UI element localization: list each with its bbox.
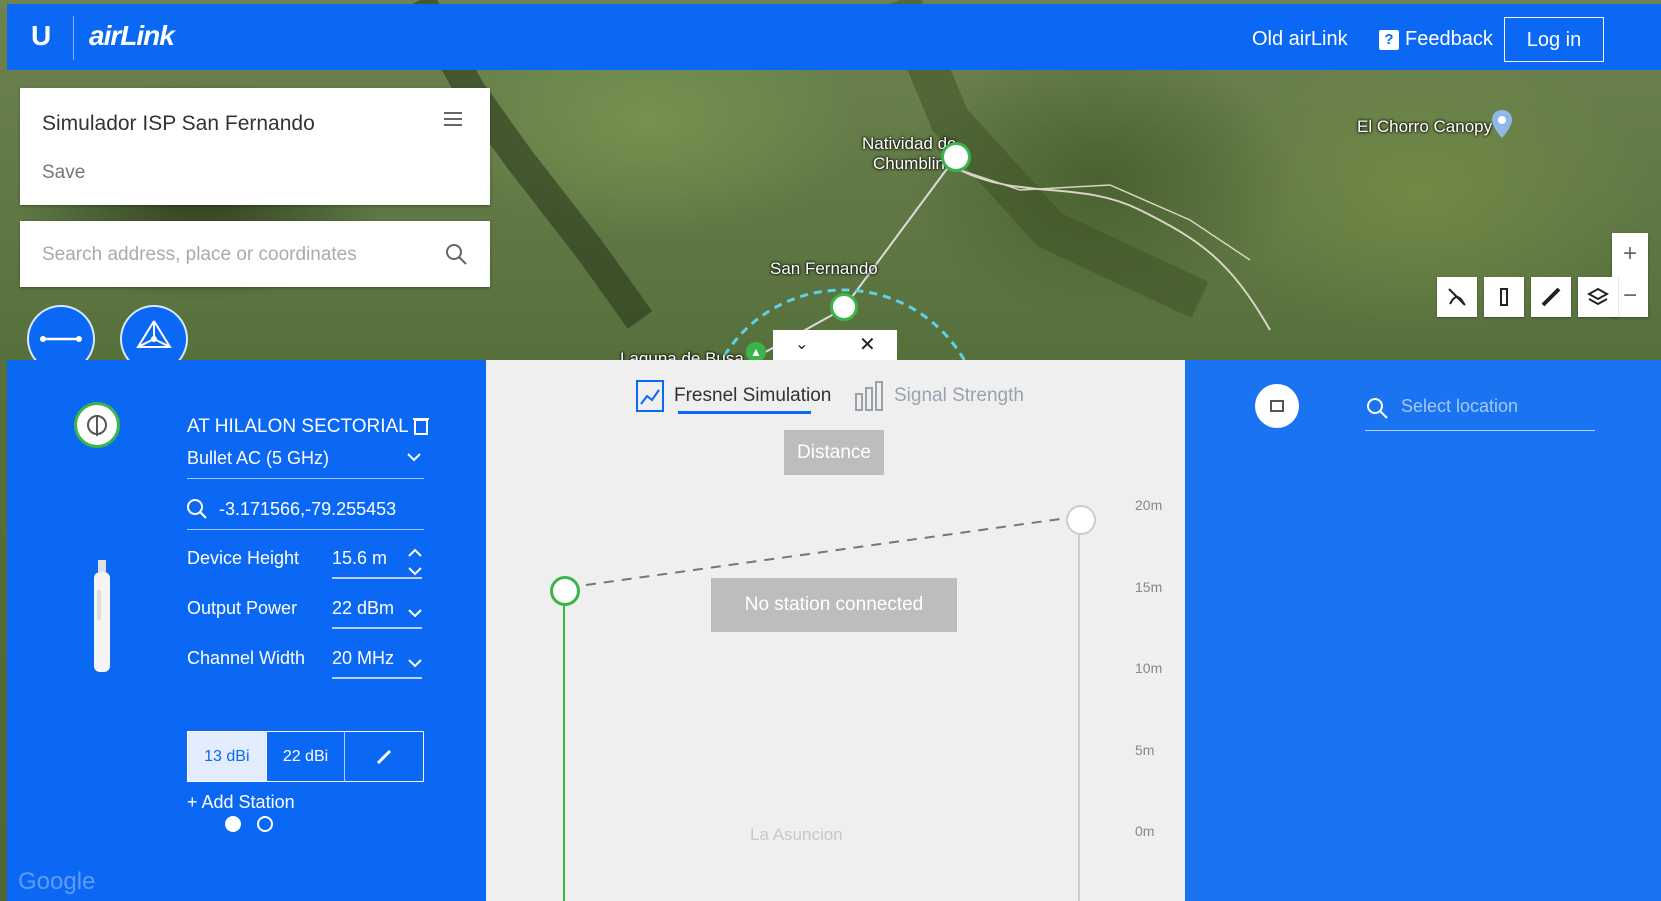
signal-off-icon [1448, 288, 1466, 306]
pager-dot-2[interactable] [257, 816, 273, 832]
search-box[interactable]: Search address, place or coordinates [20, 221, 490, 287]
pencil-icon [377, 749, 392, 764]
no-station-message: No station connected [711, 578, 957, 632]
layers-tool-button[interactable] [1578, 277, 1618, 317]
ruler-tool-button[interactable] [1531, 277, 1571, 317]
app: Natividad de Chumblin San Fernando Lagun… [0, 0, 1661, 901]
device-height-row: Device Height 15.6 m [187, 538, 424, 580]
bullet-antenna-image [94, 560, 110, 672]
map-pin-icon[interactable] [1492, 110, 1512, 138]
feedback-icon: ? [1379, 29, 1399, 50]
output-power-label: Output Power [187, 598, 298, 618]
device-model-value: Bullet AC (5 GHz) [187, 448, 330, 468]
brand-divider [73, 16, 74, 60]
fresnel-panel: Fresnel Simulation Signal Strength Dista… [486, 360, 1185, 901]
antenna-gain-toggle: 13 dBi 22 dBi [187, 731, 424, 782]
y-tick-5m: 5m [1135, 742, 1155, 758]
active-tab-indicator [678, 411, 811, 414]
device-model-select[interactable]: Bullet AC (5 GHz) [187, 438, 424, 479]
chevron-down-icon [407, 453, 421, 462]
distance-badge: Distance [784, 430, 884, 475]
feedback-link[interactable]: ? Feedback [1379, 28, 1493, 51]
ruler-icon [1541, 287, 1561, 307]
tab-signal-strength[interactable]: Signal Strength [854, 380, 1024, 412]
google-logo: Google [18, 868, 96, 895]
signal-off-tool-button[interactable] [1437, 277, 1477, 317]
search-icon [1367, 398, 1388, 419]
coordinates-field[interactable]: -3.171566,-79.255453 [187, 489, 424, 530]
station-avatar-icon[interactable] [74, 402, 120, 448]
y-tick-15m: 15m [1135, 579, 1163, 595]
close-panel-icon[interactable]: ✕ [859, 332, 876, 357]
map-station-natividad-icon[interactable] [941, 142, 971, 172]
device-pager [225, 816, 273, 832]
chevron-down-icon[interactable] [405, 648, 425, 682]
top-bar: U airLink Old airLink ? Feedback Log in [7, 4, 1661, 70]
brand-name: airLink [89, 20, 175, 51]
zoom-in-button[interactable]: + [1612, 233, 1648, 275]
search-icon [187, 499, 207, 519]
channel-width-label: Channel Width [187, 648, 306, 668]
line-chart-icon [636, 380, 664, 412]
map-poi-icon[interactable]: ▲ [746, 342, 766, 362]
gain-13dbi-button[interactable]: 13 dBi [188, 732, 267, 781]
ubiquiti-logo-icon: U [31, 20, 52, 51]
edit-gain-button[interactable] [345, 732, 423, 781]
save-button[interactable]: Save [42, 162, 85, 184]
trash-icon[interactable] [413, 416, 429, 436]
tab-fresnel-simulation[interactable]: Fresnel Simulation [636, 380, 831, 412]
fresnel-ap-icon[interactable] [550, 576, 580, 606]
pager-dot-1[interactable] [225, 816, 241, 832]
y-tick-10m: 10m [1135, 660, 1163, 676]
tower-icon [1500, 288, 1508, 306]
search-icon[interactable] [444, 242, 468, 266]
hamburger-menu-icon[interactable] [444, 112, 462, 126]
map-station-san-fernando-icon[interactable] [830, 293, 858, 321]
bar-chart-icon [855, 381, 883, 411]
device-panel: AT HILALON SECTORIAL Bullet AC (5 GHz) -… [7, 360, 486, 901]
map-label-el-chorro: El Chorro Canopy [1357, 117, 1493, 136]
chevron-down-icon[interactable] [405, 598, 425, 632]
tower-tool-button[interactable] [1484, 277, 1524, 317]
old-airlink-link[interactable]: Old airLink [1252, 28, 1348, 51]
station-panel: Select location [1185, 360, 1661, 901]
login-button[interactable]: Log in [1504, 17, 1604, 62]
stepper-icon[interactable] [405, 548, 425, 582]
output-power-row: Output Power 22 dBm [187, 588, 424, 630]
panel-handle: ⌄ ✕ [773, 330, 897, 362]
add-station-button[interactable]: + Add Station [187, 792, 295, 813]
search-input[interactable]: Search address, place or coordinates [42, 244, 357, 266]
fresnel-station-icon[interactable] [1066, 505, 1096, 535]
channel-width-row: Channel Width 20 MHz [187, 638, 424, 680]
collapse-panel-icon[interactable]: ⌄ [795, 334, 808, 354]
project-card: Simulador ISP San Fernando Save [20, 88, 490, 205]
remote-station-icon[interactable] [1255, 384, 1299, 428]
map-label-san-fernando: San Fernando [770, 259, 878, 278]
coordinates-value: -3.171566,-79.255453 [219, 499, 397, 519]
project-title: Simulador ISP San Fernando [42, 112, 315, 135]
select-location-field[interactable]: Select location [1365, 388, 1595, 431]
feedback-label: Feedback [1405, 28, 1493, 50]
y-tick-0m: 0m [1135, 823, 1155, 839]
gain-22dbi-button[interactable]: 22 dBi [267, 732, 346, 781]
map-label-la-asuncion: La Asuncion [750, 825, 843, 844]
select-location-input[interactable]: Select location [1401, 396, 1518, 417]
device-name[interactable]: AT HILALON SECTORIAL [187, 416, 409, 438]
tab-signal-label: Signal Strength [894, 385, 1024, 406]
layers-icon [1587, 287, 1609, 306]
map-label-chumblin: Chumblin [873, 154, 945, 173]
tab-fresnel-label: Fresnel Simulation [674, 385, 832, 406]
y-tick-20m: 20m [1135, 497, 1163, 513]
device-height-label: Device Height [187, 548, 300, 568]
